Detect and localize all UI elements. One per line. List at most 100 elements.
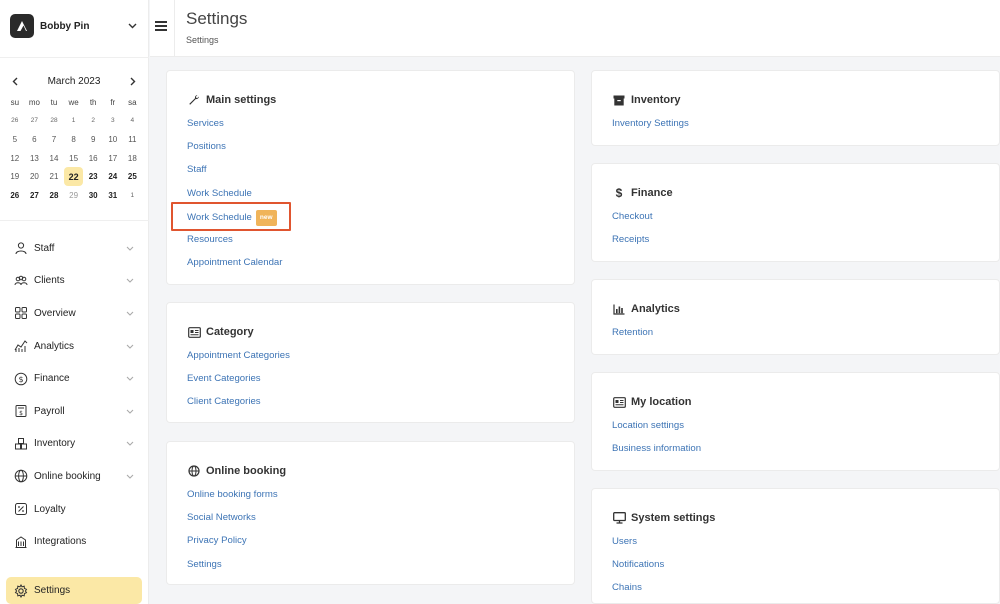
link-settings[interactable]: Settings bbox=[187, 558, 278, 581]
calendar-day[interactable]: 9 bbox=[83, 130, 103, 149]
calendar-day[interactable]: 31 bbox=[103, 186, 123, 205]
link-inventory-settings[interactable]: Inventory Settings bbox=[612, 117, 689, 140]
card-title: Category bbox=[206, 326, 254, 338]
chevron-down-icon[interactable] bbox=[124, 23, 140, 29]
profile-switcher[interactable]: Bobby Pin bbox=[10, 13, 140, 39]
sidebar-item-overview[interactable]: Overview bbox=[6, 297, 142, 330]
link-users[interactable]: Users bbox=[612, 535, 664, 558]
link-online-booking-forms[interactable]: Online booking forms bbox=[187, 488, 278, 511]
chevron-down-icon[interactable] bbox=[124, 376, 136, 381]
calendar-day[interactable]: 16 bbox=[83, 149, 103, 168]
chevron-down-icon[interactable] bbox=[124, 441, 136, 447]
link-work-schedule-new[interactable]: Work Schedule new bbox=[187, 209, 282, 233]
sidebar-item-label: Finance bbox=[34, 373, 70, 385]
calendar-day[interactable]: 3 bbox=[103, 112, 123, 131]
link-resources[interactable]: Resources bbox=[187, 233, 282, 256]
card-my-location: My location Location settings Business i… bbox=[591, 372, 1000, 471]
chevron-down-icon[interactable] bbox=[124, 409, 136, 414]
calendar-day[interactable]: 6 bbox=[25, 130, 45, 149]
link-checkout[interactable]: Checkout bbox=[612, 210, 653, 233]
calendar-day[interactable]: 1 bbox=[64, 112, 84, 131]
calendar-day[interactable]: 18 bbox=[123, 149, 143, 168]
calendar-day[interactable]: 11 bbox=[123, 130, 143, 149]
card-title: Main settings bbox=[206, 94, 277, 106]
calendar-day[interactable]: 14 bbox=[44, 149, 64, 168]
calendar-day[interactable]: 26 bbox=[5, 112, 25, 131]
sidebar-item-integrations[interactable]: Integrations bbox=[6, 525, 142, 558]
link-chains[interactable]: Chains bbox=[612, 581, 664, 604]
calendar-day[interactable]: 27 bbox=[25, 112, 45, 131]
chevron-down-icon[interactable] bbox=[124, 311, 136, 316]
calendar-day[interactable]: 24 bbox=[103, 167, 123, 186]
weekday-label: tu bbox=[50, 97, 58, 107]
link-location-settings[interactable]: Location settings bbox=[612, 419, 701, 442]
link-appointment-categories[interactable]: Appointment Categories bbox=[187, 349, 290, 372]
link-staff[interactable]: Staff bbox=[187, 163, 282, 186]
calendar-day[interactable]: 21 bbox=[44, 167, 64, 186]
link-client-categories[interactable]: Client Categories bbox=[187, 395, 290, 418]
calendar-day[interactable]: 19 bbox=[5, 167, 25, 186]
sidebar-item-online-booking[interactable]: Online booking bbox=[6, 460, 142, 493]
sidebar-item-label: Settings bbox=[34, 585, 71, 596]
link-notifications[interactable]: Notifications bbox=[612, 558, 664, 581]
link-social-networks[interactable]: Social Networks bbox=[187, 511, 278, 534]
sidebar-item-payroll[interactable]: $ Payroll bbox=[6, 395, 142, 428]
sidebar-item-clients[interactable]: Clients bbox=[6, 265, 142, 298]
calendar-day[interactable]: 7 bbox=[44, 130, 64, 149]
sidebar-item-loyalty[interactable]: Loyalty bbox=[6, 493, 142, 526]
chevron-left-icon[interactable] bbox=[8, 74, 22, 88]
link-receipts[interactable]: Receipts bbox=[612, 233, 653, 256]
bar-chart-icon bbox=[612, 302, 626, 316]
sidebar-item-finance[interactable]: $ Finance bbox=[6, 362, 142, 395]
link-work-schedule[interactable]: Work Schedule bbox=[187, 187, 282, 210]
sidebar-item-inventory[interactable]: Inventory bbox=[6, 428, 142, 461]
calendar-day[interactable]: 8 bbox=[64, 130, 84, 149]
calendar-day[interactable]: 23 bbox=[83, 167, 103, 186]
calendar-day[interactable]: 2 bbox=[83, 112, 103, 131]
card-title: Finance bbox=[631, 187, 673, 199]
calendar-day-today[interactable]: 22 bbox=[63, 167, 84, 186]
calendar-day[interactable]: 1 bbox=[123, 186, 143, 205]
calendar-day[interactable]: 4 bbox=[123, 112, 143, 131]
gear-icon bbox=[13, 583, 29, 599]
link-business-information[interactable]: Business information bbox=[612, 442, 701, 465]
calendar-day[interactable]: 20 bbox=[25, 167, 45, 186]
link-positions[interactable]: Positions bbox=[187, 140, 282, 163]
archive-icon bbox=[612, 93, 626, 107]
chevron-down-icon[interactable] bbox=[124, 344, 136, 349]
card-finance: $ Finance Checkout Receipts bbox=[591, 163, 1000, 262]
sidebar-item-label: Online booking bbox=[34, 470, 101, 482]
chevron-right-icon[interactable] bbox=[126, 74, 140, 88]
calendar-day[interactable]: 25 bbox=[123, 167, 143, 186]
link-services[interactable]: Services bbox=[187, 117, 282, 140]
sidebar-item-settings[interactable]: Settings bbox=[6, 577, 142, 604]
calendar-day[interactable]: 28 bbox=[44, 112, 64, 131]
chevron-down-icon[interactable] bbox=[124, 278, 136, 284]
menu-toggle-icon[interactable] bbox=[155, 19, 167, 33]
sidebar-item-staff[interactable]: Staff bbox=[6, 232, 142, 265]
calendar-day[interactable]: 28 bbox=[44, 186, 64, 205]
chevron-down-icon[interactable] bbox=[124, 246, 136, 251]
card-title: My location bbox=[631, 396, 692, 408]
calendar-day[interactable]: 17 bbox=[103, 149, 123, 168]
sidebar-item-analytics[interactable]: Analytics bbox=[6, 330, 142, 363]
calendar-day[interactable]: 5 bbox=[5, 130, 25, 149]
calendar-day[interactable]: 12 bbox=[5, 149, 25, 168]
calendar-day[interactable]: 27 bbox=[25, 186, 45, 205]
monitor-icon bbox=[612, 511, 626, 525]
calendar-day[interactable]: 29 bbox=[64, 186, 84, 205]
link-appointment-calendar[interactable]: Appointment Calendar bbox=[187, 256, 282, 279]
calendar-day[interactable]: 10 bbox=[103, 130, 123, 149]
chevron-down-icon[interactable] bbox=[124, 474, 136, 479]
link-event-categories[interactable]: Event Categories bbox=[187, 372, 290, 395]
globe-icon bbox=[187, 464, 201, 478]
link-privacy-policy[interactable]: Privacy Policy bbox=[187, 534, 278, 557]
calendar-day[interactable]: 26 bbox=[5, 186, 25, 205]
divider bbox=[174, 0, 175, 57]
card-title: System settings bbox=[631, 512, 716, 524]
calendar-day[interactable]: 15 bbox=[64, 149, 84, 168]
sidebar-item-label: Clients bbox=[34, 275, 65, 287]
calendar-day[interactable]: 30 bbox=[83, 186, 103, 205]
link-retention[interactable]: Retention bbox=[612, 326, 653, 349]
calendar-day[interactable]: 13 bbox=[25, 149, 45, 168]
